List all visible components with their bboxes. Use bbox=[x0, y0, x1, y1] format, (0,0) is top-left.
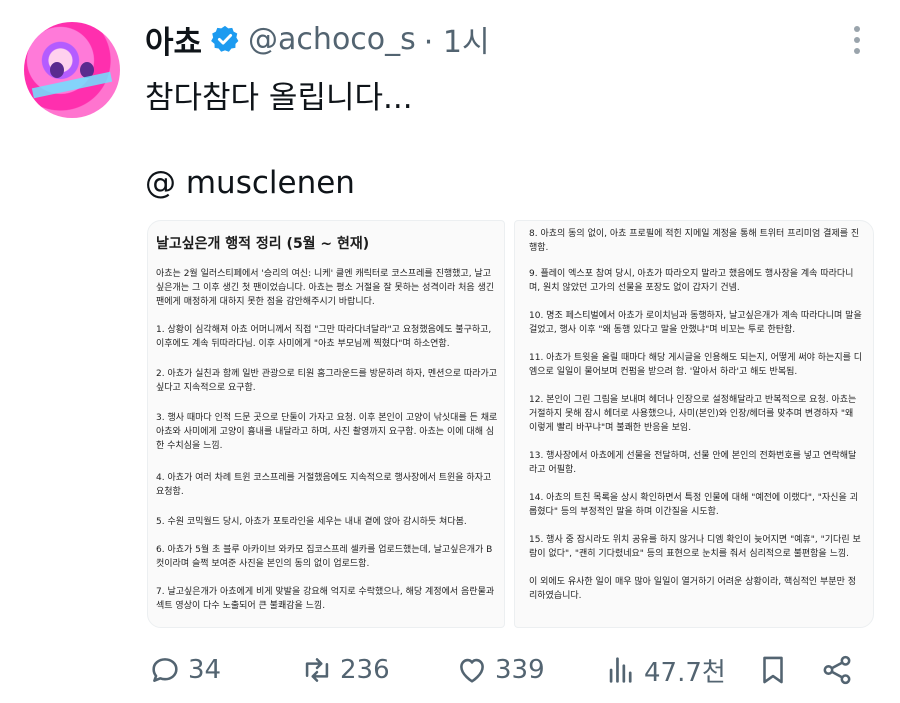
image-paragraph: 14. 아쵸의 트친 목록을 상시 확인하면서 특정 인물에 대해 "예전에 이… bbox=[529, 493, 858, 517]
image-paragraph: 12. 본인이 그린 그림을 보내며 헤더나 인장으로 설정해달라고 반복적으로… bbox=[529, 395, 857, 433]
views-button[interactable]: 47.7천 bbox=[604, 652, 726, 688]
reply-icon bbox=[152, 658, 178, 682]
image-paragraph: 3. 행사 때마다 인적 드문 곳으로 단둘이 가자고 요청. 이후 본인이 고… bbox=[156, 413, 498, 451]
retweet-icon bbox=[305, 658, 329, 682]
attached-image-right[interactable]: 8. 아쵸의 동의 없이, 아쵸 프로필에 적힌 지메일 계정을 통해 트위터 … bbox=[514, 220, 874, 628]
image-paragraph: 9. 플레이 엑스포 참여 당시, 아쵸가 따라오지 말라고 했음에도 행사장을… bbox=[529, 269, 854, 293]
image-paragraph: 11. 아쵸가 트윗을 올릴 때마다 해당 게시글을 인용해도 되는지, 어떻게… bbox=[529, 353, 863, 377]
views-count: 47.7천 bbox=[644, 657, 726, 688]
post-mention[interactable]: @ musclenen bbox=[145, 165, 355, 201]
image-paragraph: 7. 날고싶은개가 아쵸에게 비게 맞발을 강요해 억지로 수락했으나, 해당 … bbox=[156, 587, 495, 611]
retweet-count: 236 bbox=[340, 655, 390, 685]
reply-count: 34 bbox=[188, 655, 222, 685]
image-paragraph: 8. 아쵸의 동의 없이, 아쵸 프로필에 적힌 지메일 계정을 통해 트위터 … bbox=[529, 229, 860, 253]
share-icon bbox=[823, 655, 851, 685]
image-paragraph: 10. 명조 페스티벌에서 아쵸가 로이치님과 동행하자, 날고싶은개가 계속 … bbox=[529, 311, 862, 335]
image-paragraph: 2. 아쵸가 실친과 함께 일반 관광으로 티원 홈그라운드를 방문하려 하자,… bbox=[156, 369, 497, 393]
retweet-button[interactable]: 236 bbox=[300, 652, 390, 688]
attached-image-left[interactable]: 날고싶은개 행적 정리 (5월 ~ 현재) 아쵸는 2월 일러스티페에서 '승리… bbox=[147, 220, 505, 628]
image-paragraph: 1. 상황이 심각해져 아쵸 어머니께서 직접 "그만 따라다녀달라"고 요청했… bbox=[156, 325, 492, 349]
post-text-line: 참다참다 올립니다... bbox=[145, 80, 413, 116]
like-count: 339 bbox=[495, 655, 545, 685]
image-title: 날고싶은개 행적 정리 (5월 ~ 현재) bbox=[156, 236, 370, 252]
action-bar: 34 236 339 47.7천 bbox=[0, 652, 900, 692]
image-paragraph: 4. 아쵸가 여러 차례 트윈 코스프레를 거절했음에도 지속적으로 행사장에서… bbox=[156, 473, 492, 497]
image-paragraph: 6. 아쵸가 5월 초 블루 아카이브 와카모 집코스프레 셀카를 업로드했는데… bbox=[156, 545, 493, 569]
image-paragraph: 5. 수원 코믹월드 당시, 아쵸가 포토라인을 세우는 내내 곁에 앉아 감시… bbox=[156, 517, 467, 527]
author-name[interactable]: 아쵸 bbox=[145, 17, 202, 62]
bookmark-button[interactable] bbox=[756, 652, 790, 688]
verified-badge-icon bbox=[211, 25, 239, 52]
image-paragraph: 13. 행사장에서 아쵸에게 선물을 전달하며, 선물 안에 본인의 전화번호를… bbox=[529, 451, 857, 475]
bookmark-icon bbox=[763, 656, 783, 684]
image-paragraph: 아쵸는 2월 일러스티페에서 '승리의 여신: 니케' 클엔 캐릭터로 코스프레… bbox=[156, 269, 495, 307]
share-button[interactable] bbox=[820, 652, 854, 688]
post-header: 아쵸 @achoco_s · 1시 bbox=[145, 14, 490, 64]
more-options-icon[interactable] bbox=[854, 26, 860, 59]
reply-button[interactable]: 34 bbox=[148, 652, 221, 688]
heart-icon bbox=[460, 658, 484, 683]
views-icon bbox=[609, 657, 632, 683]
image-paragraph: 이 외에도 유사한 일이 매우 많아 일일이 열거하기 어려운 상황이라, 핵심… bbox=[529, 577, 856, 601]
image-paragraph: 15. 행사 중 잠시라도 위치 공유를 하지 않거나 디엠 확인이 늦어지면 … bbox=[529, 535, 861, 559]
author-handle[interactable]: @achoco_s bbox=[248, 22, 416, 57]
avatar-stripe bbox=[31, 71, 113, 99]
post-time[interactable]: · 1시 bbox=[424, 17, 490, 61]
like-button[interactable]: 339 bbox=[455, 652, 545, 688]
avatar-eye-left bbox=[50, 62, 64, 78]
avatar[interactable] bbox=[24, 22, 120, 118]
